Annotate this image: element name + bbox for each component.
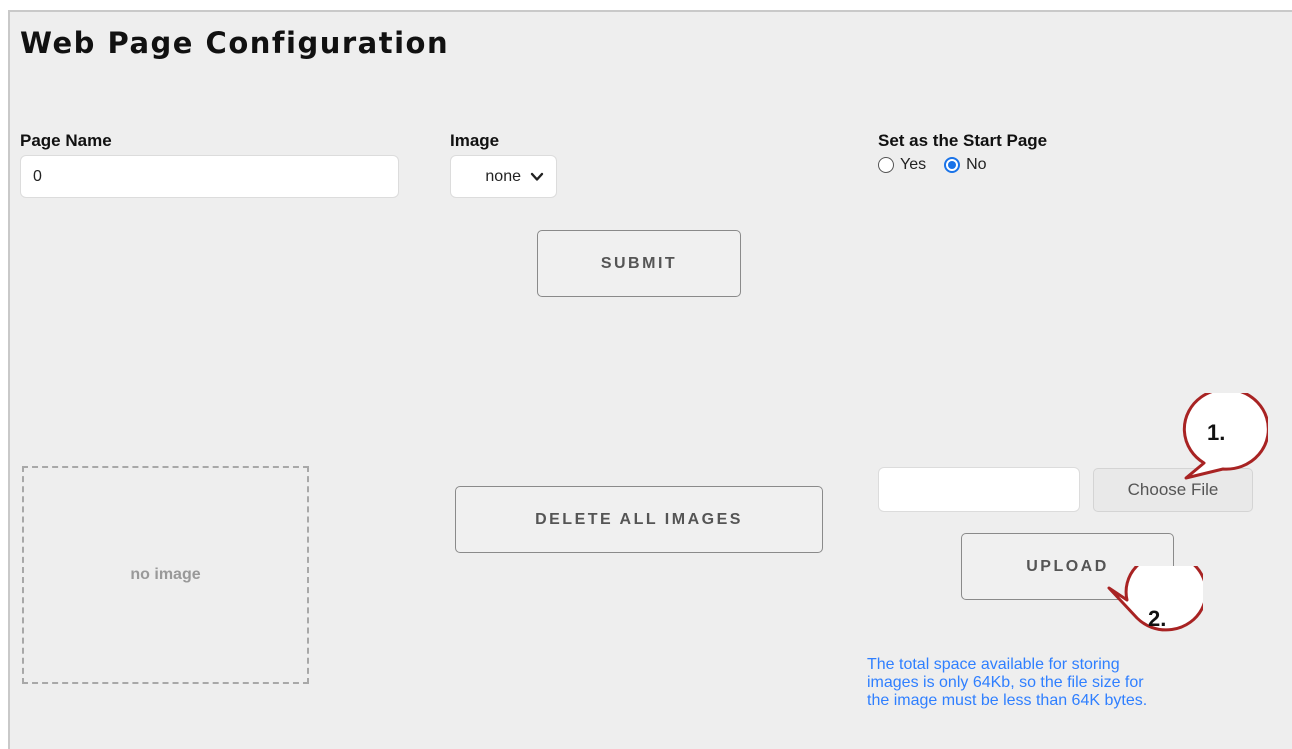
callout-label-2: 2. bbox=[1148, 606, 1167, 631]
radio-no[interactable] bbox=[944, 157, 961, 173]
storage-note-line: the image must be less than 64K bytes. bbox=[867, 692, 1148, 709]
image-select[interactable]: none bbox=[450, 155, 557, 198]
start-page-label: Set as the Start Page bbox=[878, 131, 1048, 150]
radio-yes-label: Yes bbox=[900, 156, 927, 173]
start-page-radio-group: Yes No bbox=[878, 156, 1005, 174]
radio-no-label: No bbox=[966, 156, 987, 173]
submit-button[interactable]: SUBMIT bbox=[537, 230, 741, 297]
radio-yes[interactable] bbox=[878, 157, 894, 173]
image-preview: no image bbox=[22, 466, 309, 684]
storage-note-line: The total space available for storing bbox=[867, 656, 1120, 673]
file-name-field[interactable] bbox=[878, 467, 1080, 512]
page-title: Web Page Configuration bbox=[20, 26, 450, 60]
callout-label-1: 1. bbox=[1207, 420, 1226, 445]
image-select-value: none bbox=[485, 167, 521, 185]
chevron-down-icon bbox=[530, 172, 544, 181]
page-name-input[interactable] bbox=[20, 155, 399, 198]
no-image-text: no image bbox=[130, 566, 201, 583]
storage-note-line: images is only 64Kb, so the file size fo… bbox=[867, 674, 1144, 691]
page-name-label: Page Name bbox=[20, 131, 112, 150]
storage-note: The total space available for storing im… bbox=[867, 656, 1267, 710]
delete-all-images-button[interactable]: DELETE ALL IMAGES bbox=[455, 486, 823, 553]
image-label: Image bbox=[450, 131, 500, 150]
